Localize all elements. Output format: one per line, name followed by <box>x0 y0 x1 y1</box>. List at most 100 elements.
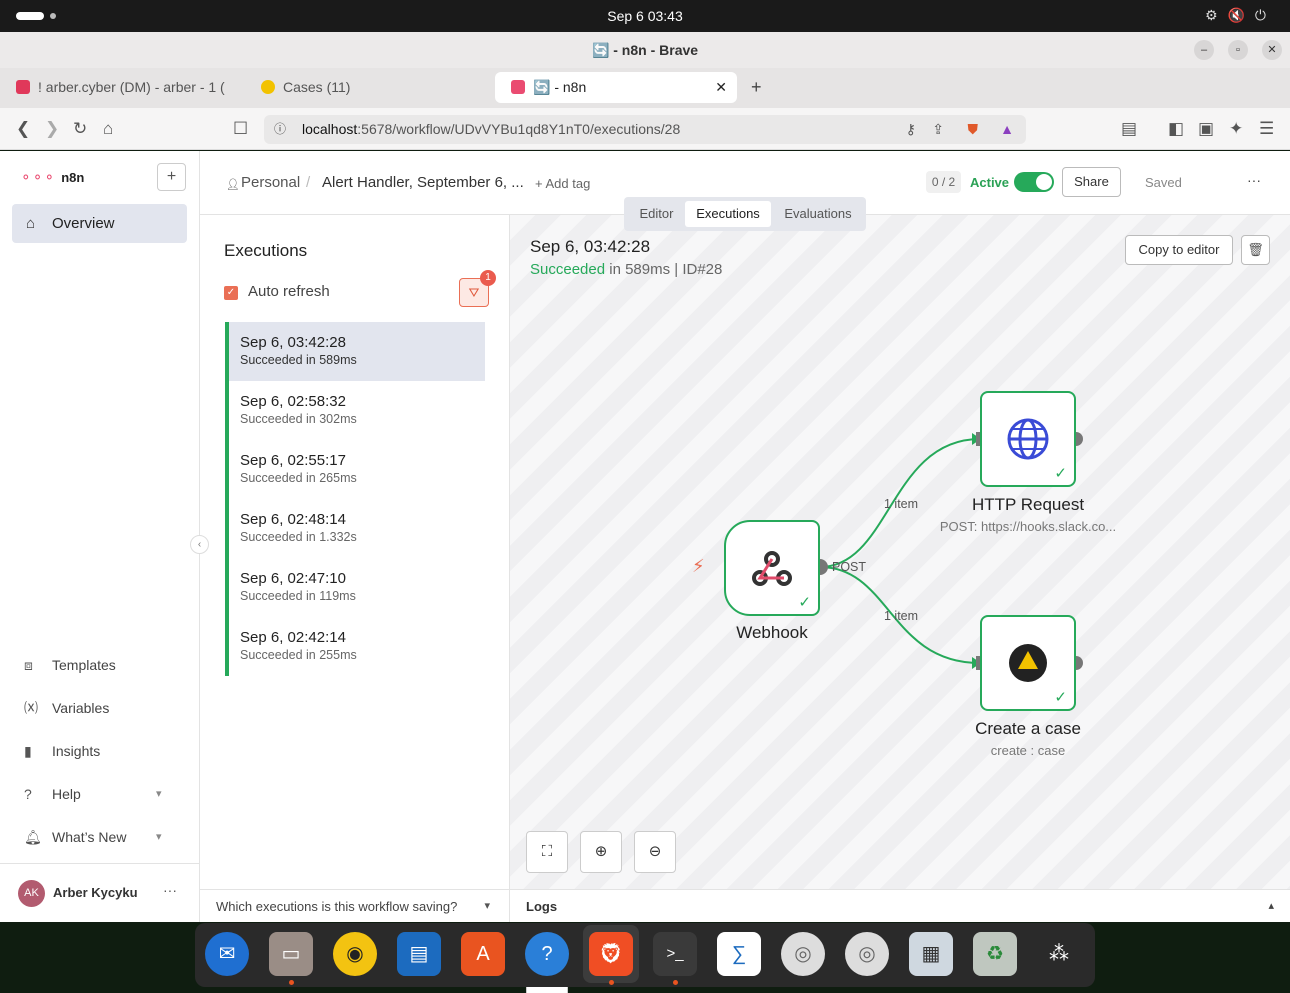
auto-refresh-label[interactable]: Auto refresh <box>248 283 330 300</box>
execution-item[interactable]: Sep 6, 02:55:17 Succeeded in 265ms <box>225 440 485 499</box>
close-window-icon[interactable]: ✕ <box>1262 40 1282 60</box>
more-options-icon[interactable]: ··· <box>1247 172 1261 188</box>
breadcrumb-project[interactable]: Personal <box>241 174 300 191</box>
edge-label: 1 item <box>884 609 919 623</box>
minimize-icon[interactable]: – <box>1194 40 1214 60</box>
leo-ai-icon[interactable]: ✦ <box>1229 119 1243 139</box>
close-tab-icon[interactable]: ✕ <box>715 72 727 103</box>
workflow-canvas[interactable]: Sep 6, 03:42:28 Succeeded in 589ms | ID#… <box>510 215 1290 993</box>
execution-item[interactable]: Sep 6, 02:42:14 Succeeded in 255ms <box>225 617 485 676</box>
success-check-icon: ✓ <box>798 594 811 611</box>
sidebar-toggle-icon[interactable]: ◧ <box>1168 119 1184 139</box>
edge-label: 1 item <box>884 497 919 511</box>
writer-icon[interactable]: ▤ <box>397 932 441 976</box>
chevron-down-icon: ▾ <box>484 900 490 912</box>
site-info-icon[interactable]: ⓘ <box>274 115 286 144</box>
show-apps-icon[interactable]: ⁂ <box>1037 932 1081 976</box>
chevron-down-icon: ▾ <box>156 831 162 843</box>
app-center-icon[interactable]: A <box>461 932 505 976</box>
terminal-icon[interactable]: >_ <box>653 932 697 976</box>
execution-status: Succeeded in 119ms <box>240 589 356 603</box>
brave-shields-icon[interactable]: ⛊ <box>968 115 979 144</box>
tab-slack[interactable]: ! arber.cyber (DM) - arber - 1 ( <box>0 72 245 103</box>
execution-time: Sep 6, 02:48:14 <box>240 511 346 528</box>
trash-icon[interactable]: ♻ <box>973 932 1017 976</box>
zoom-out-button[interactable]: ⊖ <box>634 831 676 873</box>
tab-label: ! arber.cyber (DM) - arber - 1 ( <box>38 79 225 95</box>
new-tab-icon[interactable]: + <box>735 72 775 103</box>
help-app-icon[interactable]: ? <box>525 932 569 976</box>
sidebar-item-label: Variables <box>52 700 110 716</box>
n8n-logo[interactable]: ⚬⚬⚬ n8n <box>20 169 84 186</box>
http-request-node[interactable]: ✓ <box>980 391 1076 487</box>
create-button[interactable]: + <box>157 163 186 191</box>
reader-icon[interactable]: ▤ <box>1121 119 1137 139</box>
key-icon[interactable]: ⚷ <box>906 115 916 144</box>
workflow-name[interactable]: Alert Handler, September 6, ... <box>322 174 524 191</box>
system-tray-icons[interactable]: ⚙🔇⏻ <box>1205 7 1276 24</box>
active-toggle[interactable] <box>1014 172 1054 192</box>
create-case-node[interactable]: ✓ <box>980 615 1076 711</box>
thunderbird-icon[interactable]: ✉ <box>205 932 249 976</box>
save-disk-icon[interactable]: ▦ <box>909 932 953 976</box>
reload-icon[interactable]: ↻ <box>73 119 87 139</box>
execution-item[interactable]: Sep 6, 02:48:14 Succeeded in 1.332s <box>225 499 485 558</box>
tab-editor[interactable]: Editor <box>628 201 685 227</box>
sidebar-item-templates[interactable]: ⧈ Templates <box>24 653 116 677</box>
brave-rewards-icon[interactable]: ▲ <box>1000 115 1014 144</box>
user-menu[interactable]: AK Arber Kycyku ··· <box>0 863 199 922</box>
url-host: localhost <box>302 121 358 137</box>
files-icon[interactable]: ▭ <box>269 932 313 976</box>
disc-icon[interactable]: ◎ <box>781 932 825 976</box>
saving-settings-toggle[interactable]: Which executions is this workflow saving… <box>200 889 510 922</box>
sidebar-item-overview[interactable]: ⌂ Overview <box>12 204 187 243</box>
share-button[interactable]: Share <box>1062 167 1121 197</box>
connections-layer <box>812 432 1083 670</box>
fit-view-button[interactable]: ⛶ <box>526 831 568 873</box>
sidebar-item-whats-new[interactable]: 🔔︎ What’s New ▾ <box>24 825 162 849</box>
address-bar[interactable]: ⓘ localhost:5678/workflow/UDvVYBu1qd8Y1n… <box>264 115 1026 144</box>
collapse-panel-icon[interactable]: ‹ <box>190 535 209 554</box>
logs-panel-toggle[interactable]: Logs ▴ <box>510 889 1290 922</box>
tab-cases[interactable]: Cases (11) <box>245 72 490 103</box>
case-node-subtitle: create : case <box>990 743 1066 758</box>
rhythmbox-icon[interactable]: ◉ <box>333 932 377 976</box>
tab-executions[interactable]: Executions <box>685 201 771 227</box>
add-tag-button[interactable]: + Add tag <box>535 176 590 191</box>
execution-item[interactable]: Sep 6, 02:47:10 Succeeded in 119ms <box>225 558 485 617</box>
auto-refresh-checkbox[interactable]: ✓ <box>224 286 238 300</box>
sidebar-item-label: Help <box>52 786 81 802</box>
execution-time: Sep 6, 02:55:17 <box>240 452 346 469</box>
home-icon[interactable]: ⌂ <box>103 119 113 139</box>
home-icon: ⌂ <box>26 215 36 232</box>
executions-panel: Executions ✓ Auto refresh ⛛ 1 Sep 6, 03:… <box>200 215 510 922</box>
disc-icon[interactable]: ◎ <box>845 932 889 976</box>
execution-item[interactable]: Sep 6, 03:42:28 Succeeded in 589ms <box>225 322 485 381</box>
sidebar-item-label: Insights <box>52 743 101 759</box>
execution-time: Sep 6, 02:42:14 <box>240 629 346 646</box>
sidebar-item-variables[interactable]: ⒳ Variables <box>24 696 109 720</box>
execution-time: Sep 6, 02:47:10 <box>240 570 346 587</box>
brave-icon[interactable]: 🦁︎ <box>589 932 633 976</box>
sidebar-item-help[interactable]: ? Help ▾ <box>24 782 162 806</box>
sidebar: ⚬⚬⚬ n8n + ⌂ Overview ⧈ Templates ⒳ Variables… <box>0 151 200 922</box>
share-page-icon[interactable]: ⇪ <box>932 115 944 144</box>
bookmark-icon[interactable]: ☐ <box>233 119 248 139</box>
maximize-icon[interactable]: ▫ <box>1228 40 1248 60</box>
system-clock[interactable]: Sep 6 03:43 <box>0 8 1290 24</box>
remmina-icon[interactable]: ∑ <box>717 932 761 976</box>
user-options-icon[interactable]: ··· <box>163 882 177 898</box>
forward-icon[interactable]: ❯ <box>45 119 59 139</box>
tab-n8n[interactable]: 🔄 - n8n ✕ <box>495 72 737 103</box>
wallet-icon[interactable]: ▣ <box>1198 119 1214 139</box>
webhook-node[interactable]: ✓ <box>724 520 820 616</box>
zoom-in-button[interactable]: ⊕ <box>580 831 622 873</box>
dock: ✉ ▭ ◉ ▤ A ? 🦁︎ >_ ∑ ◎ ◎ ▦ ♻ ⁂ <box>195 923 1095 987</box>
sidebar-item-insights[interactable]: ▮ Insights <box>24 739 100 763</box>
tab-evaluations[interactable]: Evaluations <box>775 201 861 227</box>
sidebar-item-label: Overview <box>52 215 115 232</box>
back-icon[interactable]: ❮ <box>16 119 30 139</box>
chevron-down-icon: ▾ <box>156 788 162 800</box>
menu-icon[interactable]: ☰ <box>1259 119 1274 139</box>
execution-item[interactable]: Sep 6, 02:58:32 Succeeded in 302ms <box>225 381 485 440</box>
